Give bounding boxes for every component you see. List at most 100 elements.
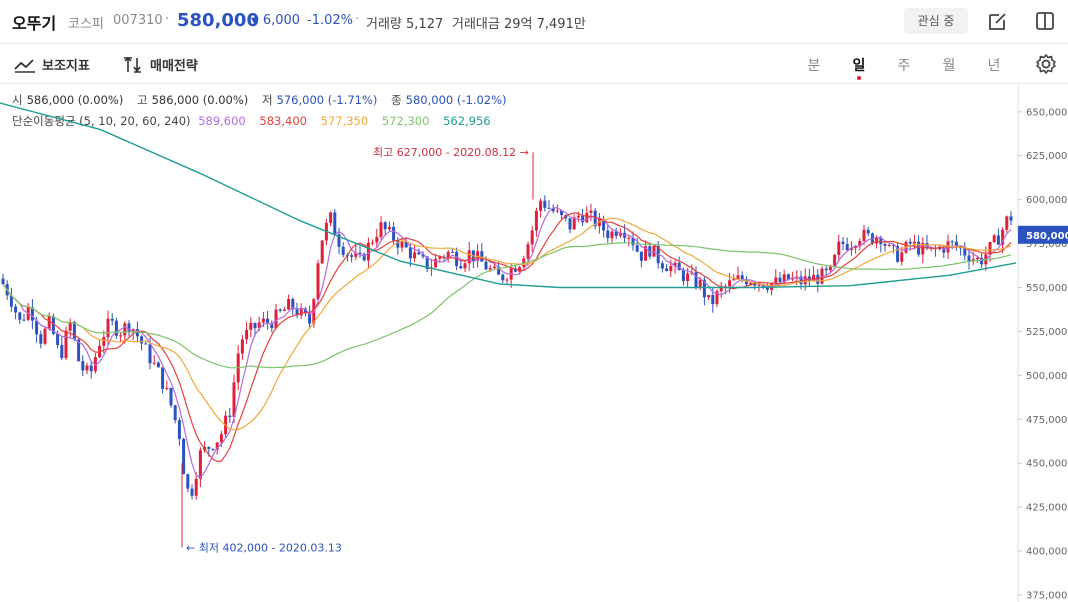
candle-body — [383, 222, 387, 230]
y-tick-label: 525,000 — [1026, 327, 1067, 338]
candle-body — [912, 241, 916, 244]
period-day[interactable]: 일 — [849, 55, 869, 75]
candle-body — [866, 229, 870, 234]
candle-body — [665, 268, 669, 272]
candle-body — [652, 245, 656, 257]
candle-body — [1009, 216, 1013, 221]
candle-body — [68, 321, 72, 331]
edit-icon[interactable] — [987, 10, 1009, 32]
candle-body — [106, 318, 110, 338]
candle-body — [996, 235, 1000, 245]
candle-body — [812, 274, 816, 281]
low-annotation: ← 최저 402,000 - 2020.03.13 — [186, 542, 342, 555]
period-minute[interactable]: 분 — [804, 55, 824, 75]
candle-body — [417, 252, 421, 255]
change-value: 6,000 — [262, 13, 301, 28]
candle-body — [43, 328, 47, 344]
candle-body — [963, 248, 967, 256]
split-panel-icon[interactable] — [1034, 10, 1056, 32]
volume-value: 5,127 — [406, 17, 444, 32]
candle-body — [463, 263, 467, 269]
y-tick-label: 625,000 — [1026, 151, 1067, 162]
candle-body — [320, 240, 324, 264]
candle-body — [539, 200, 543, 211]
candle-body — [18, 312, 22, 320]
candle-body — [56, 333, 60, 346]
candle-body — [165, 388, 169, 390]
amount-label: 거래대금 — [452, 17, 500, 32]
candle-body — [173, 405, 177, 421]
y-tick-label: 475,000 — [1026, 415, 1067, 426]
indicator-label: 보조지표 — [42, 59, 90, 74]
candle-body — [148, 344, 152, 364]
candle-body — [89, 365, 93, 372]
candle-body — [992, 235, 996, 243]
y-tick-label: 500,000 — [1026, 371, 1067, 382]
candle-body — [253, 322, 257, 328]
candle-body — [555, 210, 559, 212]
candle-body — [967, 255, 971, 262]
candle-body — [639, 251, 643, 261]
y-tick-label: 650,000 — [1026, 107, 1067, 118]
candle-body — [1, 278, 5, 285]
candle-body — [799, 276, 803, 285]
candle-body — [392, 226, 396, 241]
indicator-button[interactable]: 보조지표 — [14, 55, 90, 74]
candle-body — [169, 388, 173, 406]
strategy-button[interactable]: 매매전략 — [122, 55, 198, 74]
candle-body — [156, 362, 160, 368]
candle-body — [740, 275, 744, 280]
candle-body — [64, 330, 68, 359]
candle-body — [450, 251, 454, 253]
candle-body — [110, 318, 114, 321]
volume-label: 거래량 — [366, 17, 402, 32]
candle-body — [152, 362, 156, 364]
candle-body — [47, 316, 51, 329]
candle-body — [35, 320, 39, 335]
candle-body — [261, 318, 265, 323]
candle-body — [1005, 216, 1009, 230]
candle-body — [245, 329, 249, 340]
price-chart[interactable]: 650,000625,000600,000575,000550,000525,0… — [0, 85, 1068, 602]
candle-body — [732, 279, 736, 281]
candle-body — [908, 241, 912, 244]
candle-body — [387, 226, 391, 230]
candle-body — [576, 215, 580, 218]
candle-body — [366, 242, 370, 261]
candle-body — [484, 261, 488, 270]
y-tick-label: 600,000 — [1026, 195, 1067, 206]
period-year[interactable]: 년 — [984, 55, 1004, 75]
candle-body — [887, 245, 891, 247]
candle-body — [282, 309, 286, 311]
price-change: ▼ 6,000 — [251, 13, 300, 28]
period-month[interactable]: 월 — [939, 55, 959, 75]
period-week[interactable]: 주 — [894, 55, 914, 75]
candle-body — [765, 287, 769, 290]
candle-body — [249, 322, 253, 330]
candle-body — [547, 207, 551, 209]
candle-body — [350, 255, 354, 257]
candle-body — [182, 439, 186, 475]
amount-value: 29억 7,491만 — [503, 17, 586, 32]
high-annotation: 최고 627,000 - 2020.08.12 → — [373, 146, 529, 159]
candle-body — [883, 244, 887, 246]
current-price: 580,000 — [177, 10, 259, 31]
candle-body — [123, 323, 127, 336]
candle-body — [581, 215, 585, 223]
settings-icon[interactable] — [1035, 53, 1057, 75]
candle-body — [467, 250, 471, 264]
candle-body — [950, 241, 954, 243]
candle-body — [211, 448, 215, 450]
separator-dot: · — [165, 12, 170, 27]
candle-body — [975, 257, 979, 260]
candle-body — [161, 367, 165, 389]
current-price-label: 580,000 — [1026, 231, 1068, 242]
candle-body — [841, 241, 845, 245]
candle-body — [144, 343, 148, 345]
candle-body — [240, 339, 244, 354]
candle-body — [186, 474, 190, 489]
watch-button[interactable]: 관심 중 — [904, 8, 968, 34]
stock-name: 오뚜기 — [12, 14, 57, 33]
candle-body — [505, 279, 509, 281]
amount-info: 거래대금 29억 7,491만 — [452, 13, 586, 32]
